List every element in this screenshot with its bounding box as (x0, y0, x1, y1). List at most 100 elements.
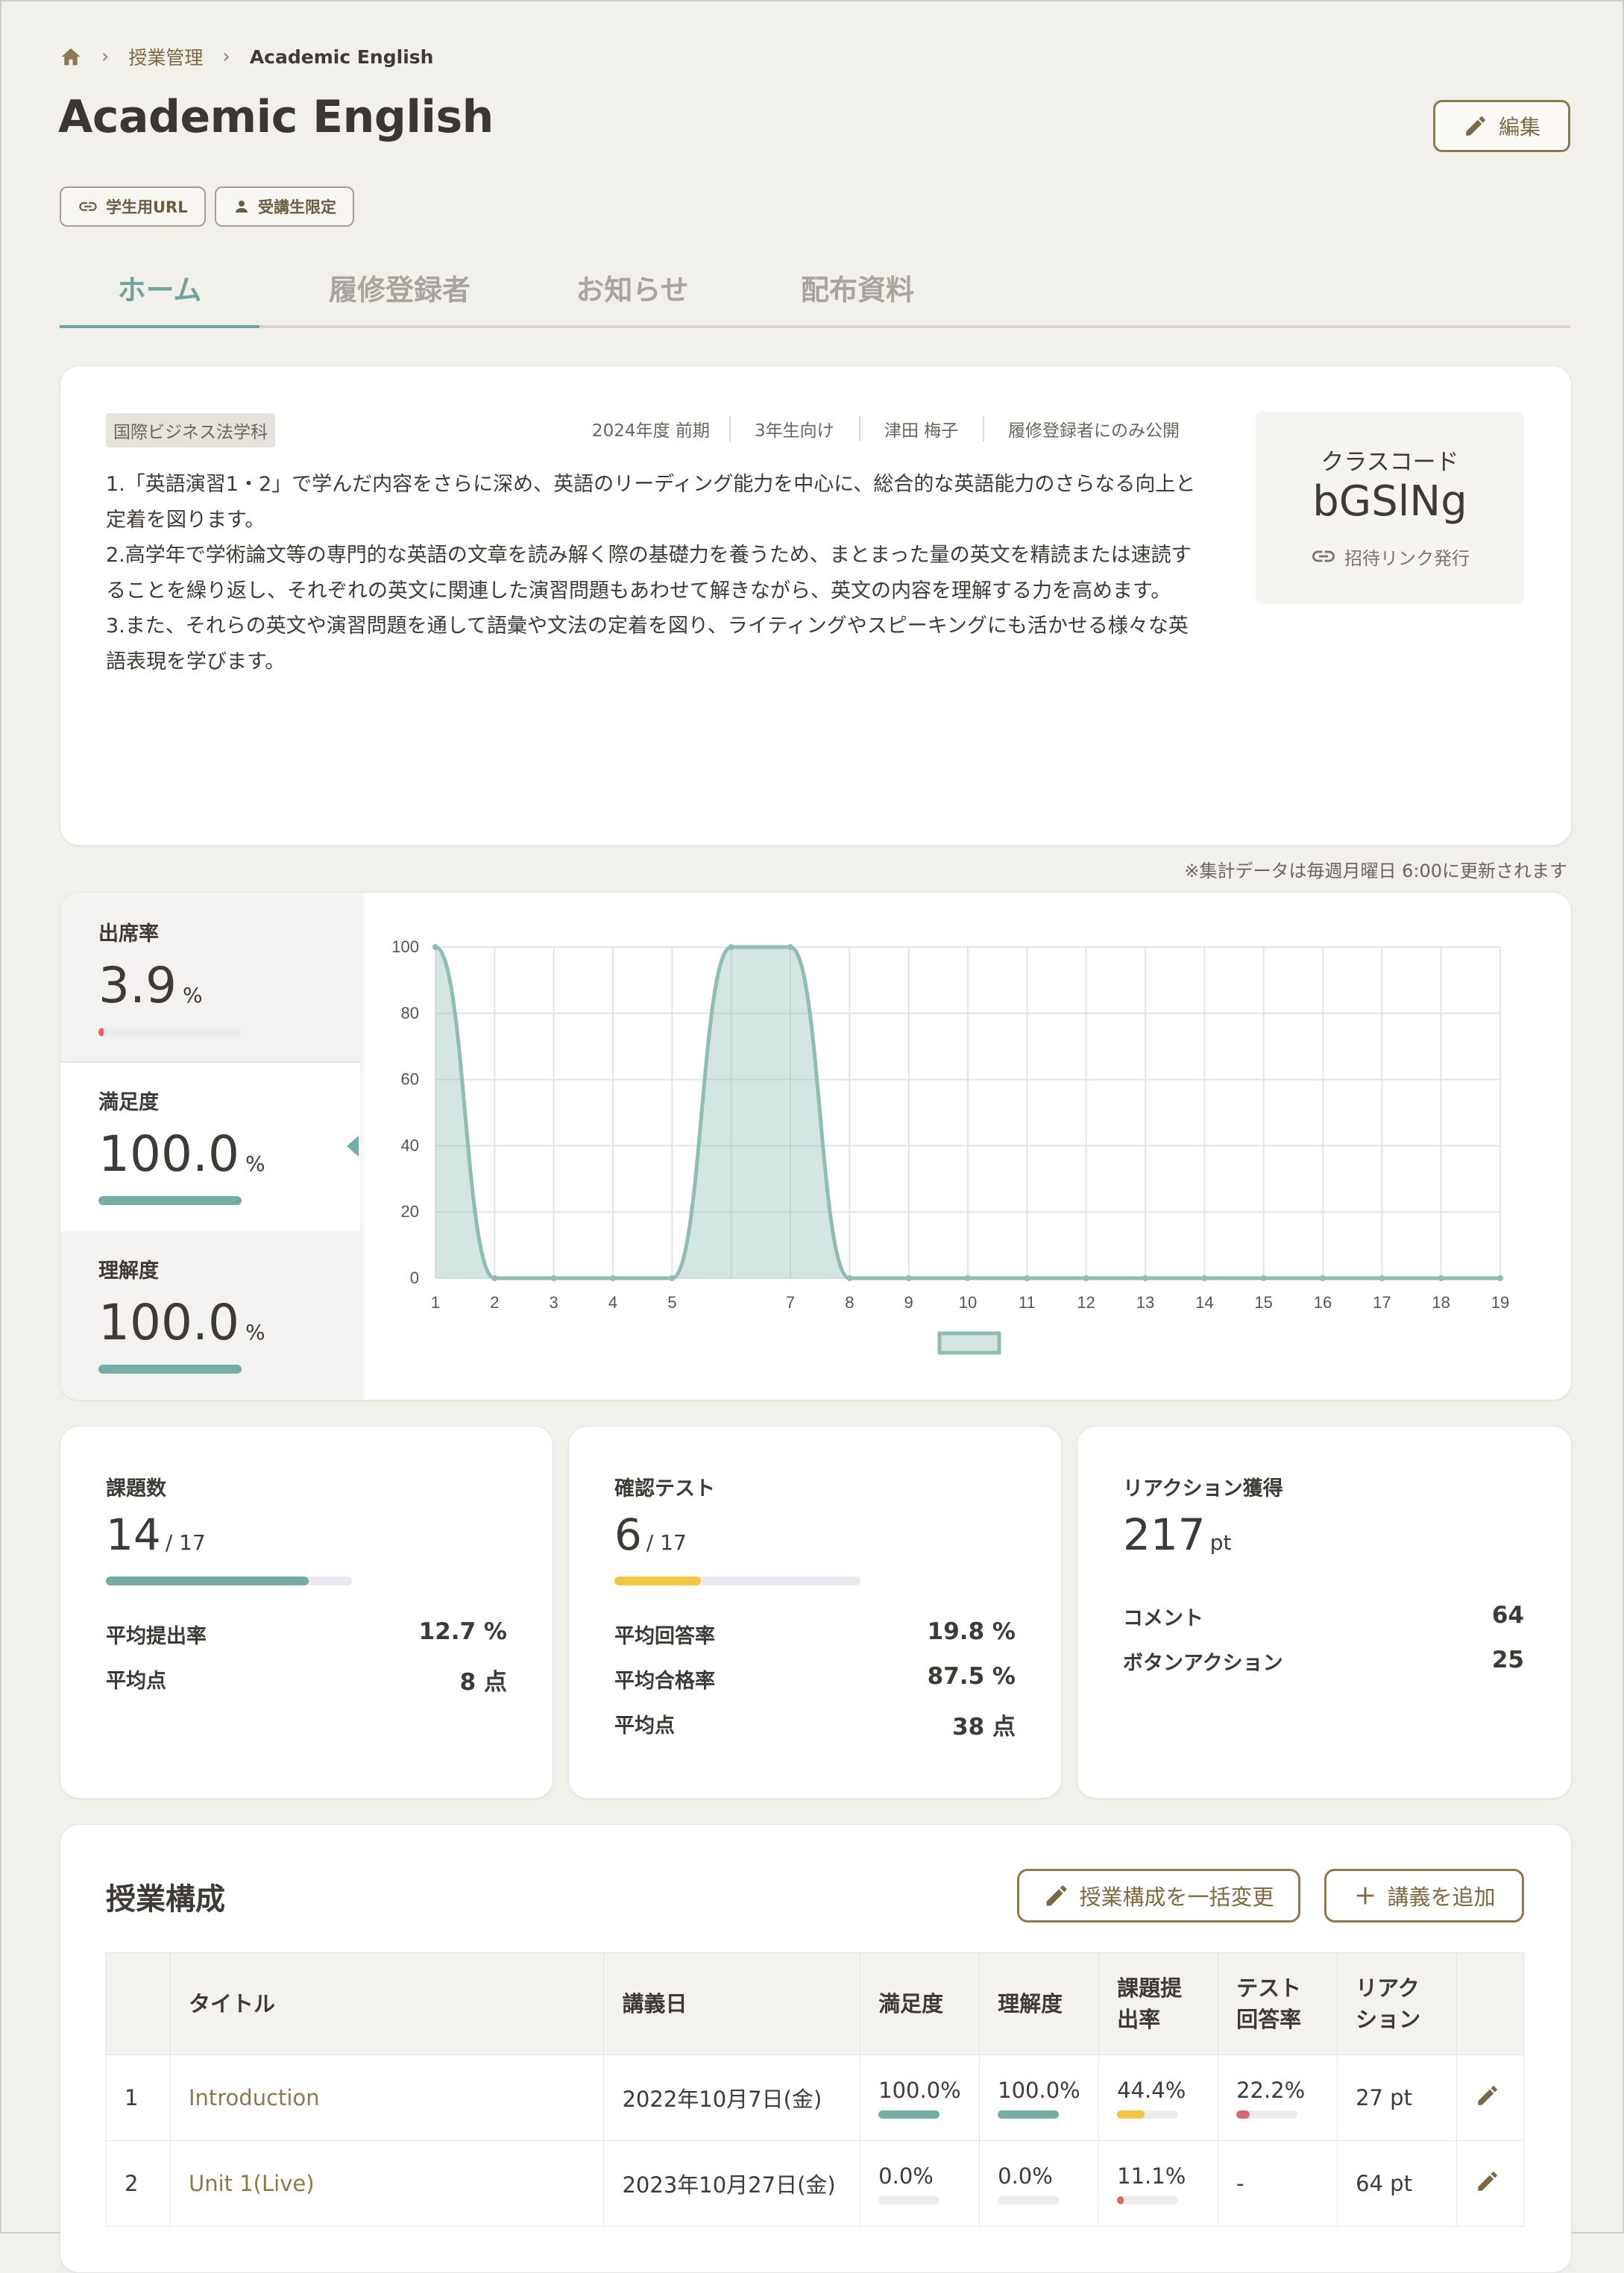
data-point (1497, 1275, 1503, 1281)
x-tick-label: 17 (1373, 1293, 1391, 1312)
description-line: 1.「英語演習1・2」で学んだ内容をさらに深め、英語のリーディング能力を中心に、… (106, 473, 1196, 532)
add-lesson-button[interactable]: 講義を追加 (1324, 1869, 1524, 1923)
stat-value: 64 (1491, 1602, 1524, 1629)
header-submission-rate[interactable]: 課題提 出率 (1098, 1952, 1219, 2055)
metric-value: 100.0 (98, 1294, 239, 1351)
metric-understanding: 理解度 100.0% (60, 1254, 359, 1351)
class-code-label: クラスコード (1321, 449, 1459, 476)
x-tick-label: 9 (904, 1293, 913, 1312)
header-line: テスト (1236, 1975, 1302, 2001)
header-title[interactable]: タイトル (169, 1952, 605, 2055)
attendance-bar-fill (98, 1028, 104, 1037)
bulk-edit-button[interactable]: 授業構成を一括変更 (1017, 1869, 1300, 1923)
header-test-answer-rate[interactable]: テスト 回答率 (1218, 1952, 1338, 2055)
edit-button[interactable]: 編集 (1433, 100, 1570, 152)
lessons-title: 授業構成 (106, 1882, 225, 1917)
stat-label: 平均点 (106, 1670, 166, 1693)
breadcrumb-current: Academic English (249, 45, 434, 68)
data-point (550, 1275, 557, 1281)
data-point (1083, 1275, 1089, 1281)
pencil-icon[interactable] (1475, 2083, 1500, 2108)
invite-link-label: 招待リンク発行 (1344, 547, 1470, 569)
y-tick-label: 60 (401, 1070, 419, 1089)
tests-total: / 17 (646, 1530, 687, 1555)
lesson-number: 2 (106, 2140, 171, 2227)
breadcrumb-course-management[interactable]: 授業管理 (128, 43, 203, 70)
assignments-count-value: 14 (106, 1509, 161, 1560)
reactions-unit: pt (1209, 1530, 1232, 1555)
header-line: ション (1356, 2007, 1421, 2032)
term-label: 2024年度 前期 (592, 421, 710, 441)
satisfaction-bar-fill (98, 1196, 242, 1205)
header-reaction[interactable]: リアク ション (1337, 1952, 1457, 2055)
meta-divider (983, 416, 984, 441)
metric-unit: % (182, 983, 203, 1007)
reaction-value: 27 pt (1337, 2054, 1457, 2141)
metric-unit: % (245, 1320, 265, 1345)
home-icon[interactable] (60, 45, 82, 68)
submission-bar (1117, 2110, 1179, 2119)
stat-value: 19.8 % (927, 1618, 1016, 1645)
test-bar-fill (1236, 2110, 1250, 2119)
y-tick-label: 20 (401, 1202, 419, 1221)
stat-label: 平均提出率 (106, 1625, 207, 1648)
table-row: 2 Unit 1(Live) 2023年10月27日(金) 0.0% 0.0% … (106, 2140, 1525, 2227)
class-code-box: クラスコード bGSlNg 招待リンク発行 (1256, 412, 1524, 604)
page-title: Academic English (58, 91, 494, 143)
tests-title: 確認テスト (614, 1477, 715, 1500)
metric-value: 100.0 (98, 1125, 239, 1183)
invite-link-button[interactable]: 招待リンク発行 (1256, 543, 1524, 570)
visibility-label: 履修登録者にのみ公開 (1008, 421, 1180, 441)
x-tick-label: 15 (1254, 1293, 1272, 1312)
tab-materials[interactable]: 配布資料 (783, 262, 932, 325)
tab-announcements[interactable]: お知らせ (558, 262, 707, 325)
teacher-label: 津田 梅子 (884, 421, 959, 441)
stat-value: 12.7 % (418, 1618, 507, 1645)
tab-home[interactable]: ホーム (60, 262, 259, 328)
header-satisfaction[interactable]: 満足度 (860, 1952, 981, 2055)
metric-satisfaction: 満足度 100.0% (60, 1086, 359, 1183)
edit-button-label: 編集 (1498, 115, 1540, 139)
understanding-value: 100.0% (998, 2077, 1080, 2103)
metric-label: 満足度 (98, 1091, 159, 1114)
grade-label: 3年生向け (755, 421, 834, 441)
submission-value: 11.1% (1117, 2163, 1186, 2189)
understanding-bar-fill (998, 2110, 1060, 2119)
header-understanding[interactable]: 理解度 (979, 1952, 1100, 2055)
pencil-icon[interactable] (1475, 2169, 1500, 2194)
data-point (965, 1275, 971, 1281)
table-header-row: タイトル 講義日 満足度 理解度 課題提 出率 テスト 回答率 リアク ション (106, 1952, 1525, 2055)
satisfaction-value: 0.0% (878, 2163, 934, 2189)
y-tick-label: 100 (391, 937, 419, 956)
data-point (1260, 1275, 1267, 1281)
reactions-count-value: 217 (1123, 1509, 1206, 1560)
tests-bar (614, 1576, 860, 1585)
meta-divider (729, 416, 731, 441)
add-lesson-label: 講義を追加 (1387, 1884, 1496, 1910)
class-code-value: bGSlNg (1312, 477, 1467, 526)
header-date[interactable]: 講義日 (603, 1952, 861, 2055)
header-line: 課題提 (1117, 1975, 1183, 2001)
x-tick-label: 19 (1491, 1293, 1509, 1312)
tab-enrolled[interactable]: 履修登録者 (310, 262, 489, 325)
stat-label: 平均回答率 (614, 1625, 715, 1648)
x-tick-label: 18 (1432, 1293, 1450, 1312)
lesson-date: 2023年10月27日(金) (603, 2140, 861, 2227)
stat-label: ボタンアクション (1123, 1652, 1283, 1675)
understanding-value: 0.0% (998, 2163, 1053, 2189)
description-line: 2.高学年で学術論文等の専門的な英語の文章を読み解く際の基礎力を養うため、まとま… (106, 544, 1192, 603)
satisfaction-value: 100.0% (878, 2077, 961, 2103)
tests-count-value: 6 (614, 1509, 642, 1560)
lesson-title-link[interactable]: Unit 1(Live) (189, 2171, 315, 2196)
student-url-chip[interactable]: 学生用URL (60, 186, 206, 227)
chevron-right-icon: › (101, 45, 110, 68)
satisfaction-bar (878, 2195, 940, 2204)
chevron-right-icon: › (222, 45, 230, 68)
x-tick-label: 16 (1314, 1293, 1332, 1312)
tests-count: 6/ 17 (614, 1509, 687, 1560)
lesson-title-link[interactable]: Introduction (189, 2085, 320, 2110)
x-tick-label: 10 (959, 1293, 977, 1312)
x-tick-label: 2 (490, 1293, 499, 1312)
restricted-chip[interactable]: 受講生限定 (215, 186, 354, 227)
satisfaction-bar (98, 1196, 242, 1205)
